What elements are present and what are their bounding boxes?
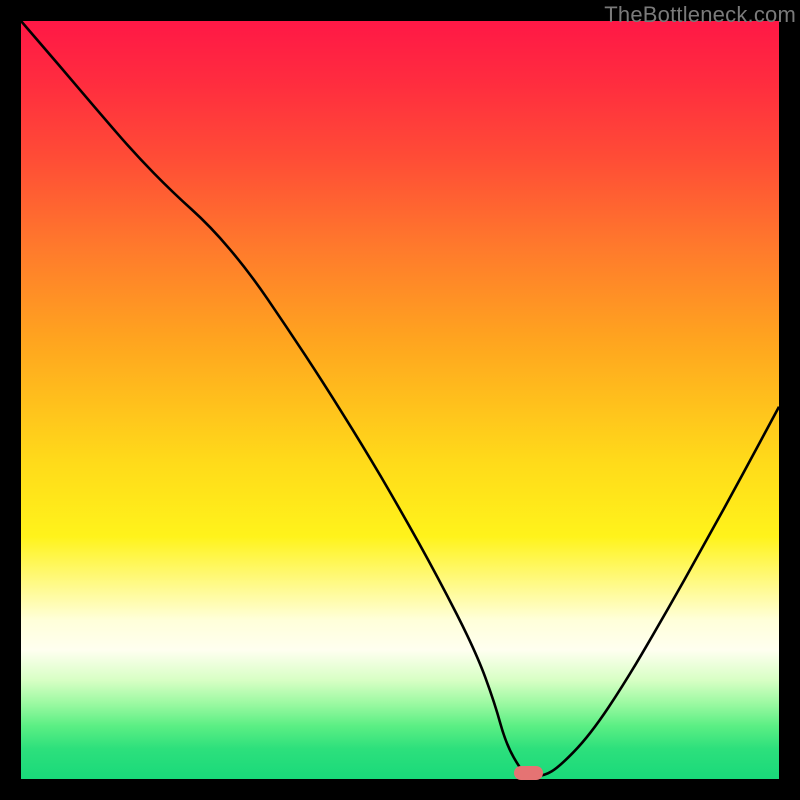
watermark-text: TheBottleneck.com <box>604 2 796 28</box>
optimal-marker <box>514 766 543 780</box>
bottleneck-curve <box>21 21 779 779</box>
curve-path <box>21 21 779 776</box>
chart-container: TheBottleneck.com <box>0 0 800 800</box>
